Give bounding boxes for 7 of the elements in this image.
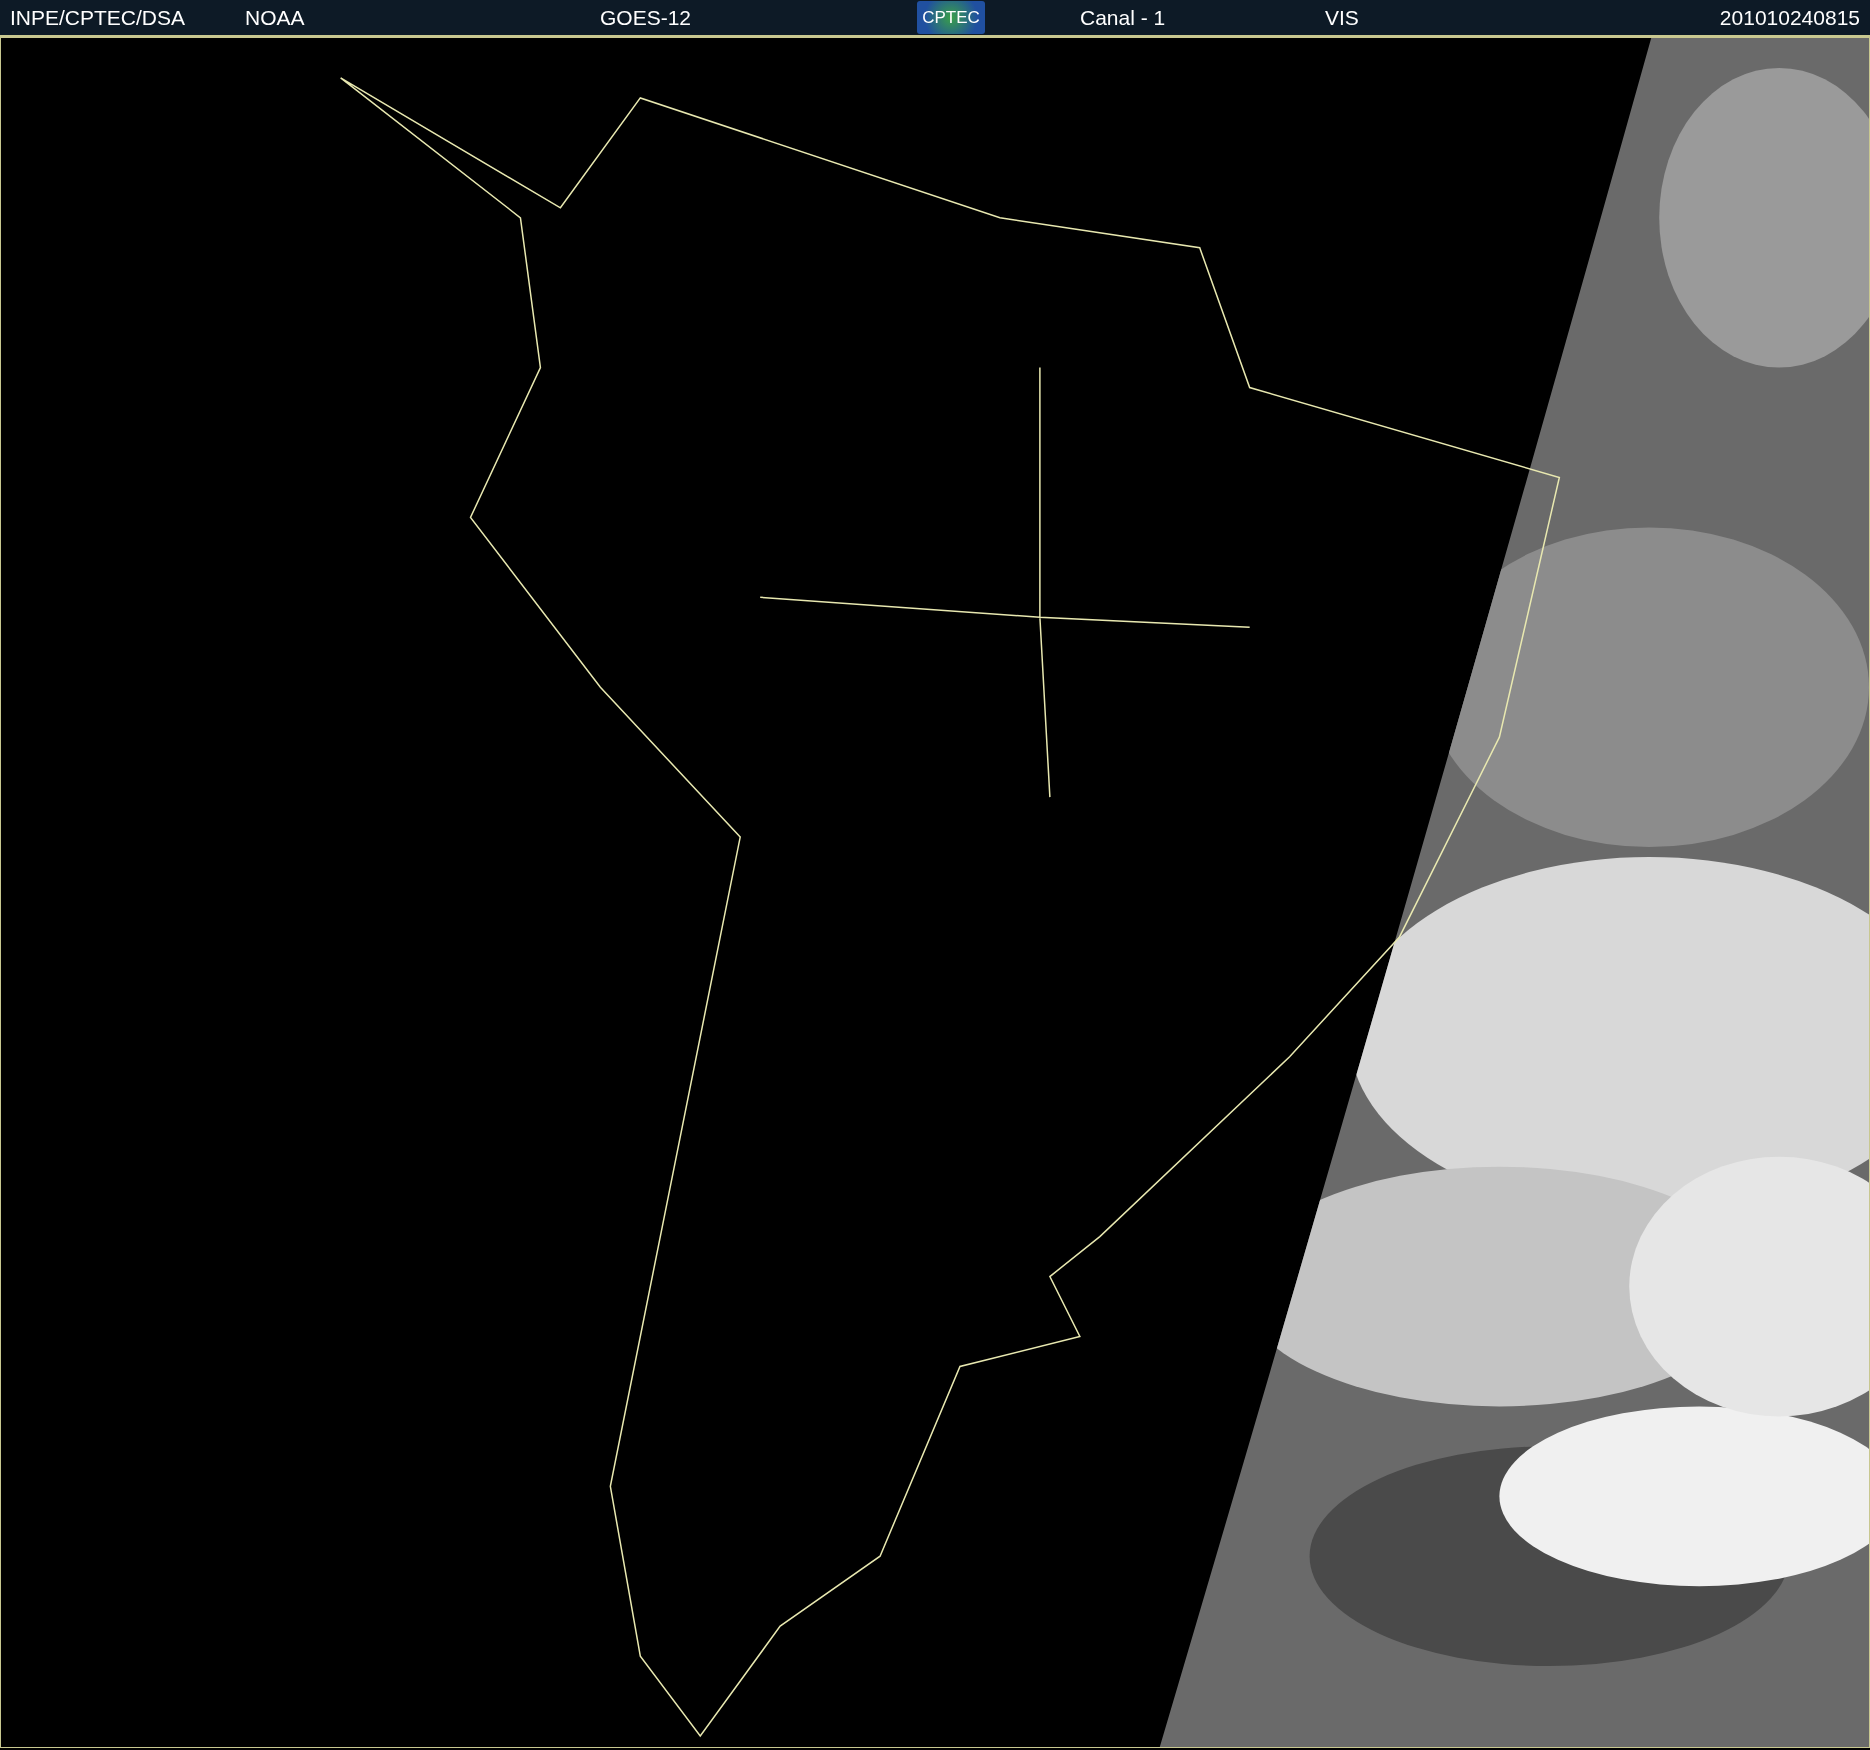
satellite-label: GOES-12 [600, 5, 693, 30]
channel-label: Canal - 1 [1080, 5, 1167, 30]
agency-label: NOAA [245, 5, 306, 30]
band-label: VIS [1325, 5, 1360, 30]
source-label: INPE/CPTEC/DSA [10, 5, 187, 30]
logo-badge: CPTEC [917, 1, 985, 34]
timestamp-label: 201010240815 [1719, 5, 1860, 30]
